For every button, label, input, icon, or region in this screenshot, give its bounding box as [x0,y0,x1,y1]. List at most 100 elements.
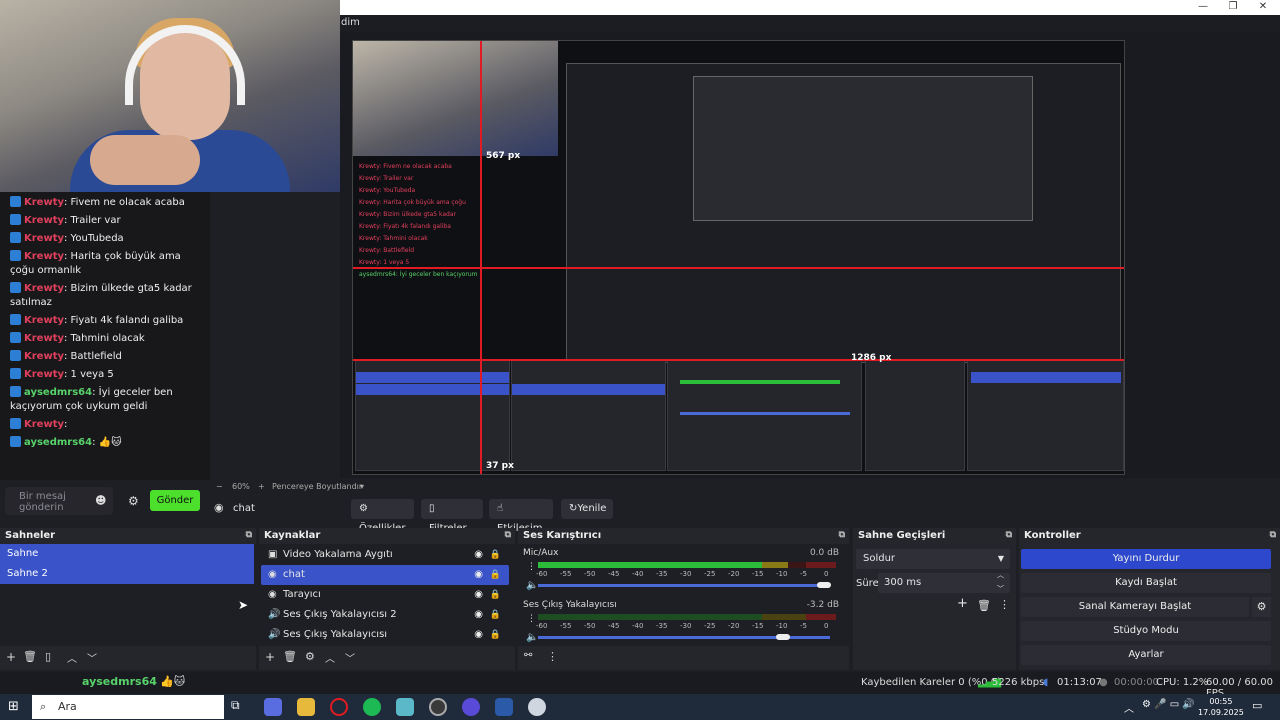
undock-icon[interactable]: ⧉ [1270,530,1276,540]
undock-icon[interactable]: ⧉ [246,530,252,540]
eye-icon[interactable]: ◉ [474,565,483,585]
obs-icon[interactable] [429,698,447,716]
chat-username[interactable]: Krewty [24,283,64,294]
lock-icon[interactable]: 🔒 [490,565,501,585]
taskbar-search[interactable]: ⌕ Ara [32,695,224,719]
app-icon[interactable] [396,698,414,716]
task-view-icon[interactable]: ⧉ [231,698,249,716]
app-icon[interactable] [462,698,480,716]
source-item[interactable]: ◉ Tarayıcı ◉ 🔒 [261,585,509,605]
filter-icon[interactable]: ▯ [45,650,51,663]
kebab-menu-icon[interactable]: ⋮ [527,614,536,624]
restore-icon[interactable]: ❐ [1218,0,1248,15]
undock-icon[interactable]: ⧉ [839,530,845,540]
scene-item[interactable]: Sahne [0,544,254,564]
settings-button[interactable]: Ayarlar [1021,645,1271,665]
move-up-icon[interactable]: ︿ [67,650,77,665]
chat-username[interactable]: aysedmrs64 [24,437,92,448]
copilot-icon[interactable] [264,698,282,716]
properties-button[interactable]: ⚙ Özellikler [351,499,414,534]
volume-slider[interactable] [538,584,830,587]
eye-icon[interactable]: ◉ [474,605,483,625]
chat-username[interactable]: Krewty [24,351,64,362]
lock-icon[interactable]: 🔒 [490,605,501,625]
trash-icon[interactable]: 🗑 [283,650,297,663]
filters-button[interactable]: ▯ Filtreler [421,499,483,534]
kebab-menu-icon[interactable]: ⋮ [527,562,536,572]
move-down-icon[interactable]: ﹀ [87,650,97,665]
kebab-menu-icon[interactable]: ⋮ [547,650,558,663]
move-up-icon[interactable]: ︿ [325,650,335,665]
close-icon[interactable]: ✕ [1248,0,1278,15]
volume-slider-knob[interactable] [817,582,832,588]
source-item[interactable]: ◉ chat ◉ 🔒 [261,565,509,585]
zoom-in-button[interactable]: + [258,482,265,491]
kebab-menu-icon[interactable]: ⋮ [999,598,1010,611]
steam-icon[interactable] [495,698,513,716]
add-source-icon[interactable]: + [265,650,275,664]
chat-settings-gear-icon[interactable]: ⚙ [128,494,139,508]
interact-button[interactable]: ☝Etkileşim [489,499,553,534]
duration-spinbox[interactable]: 300 ms ︿ ﹀ [878,571,1010,593]
refresh-button[interactable]: ↻Yenile [561,499,613,519]
chat-username[interactable]: Krewty [24,419,64,430]
tray-chevron-icon[interactable]: ︿ [1124,700,1134,715]
source-item[interactable]: 🔊 Ses Çıkış Yakalayıcısı ◉ 🔒 [261,625,509,645]
source-item[interactable]: 🔊 Ses Çıkış Yakalayıcısı 2 ◉ 🔒 [261,605,509,625]
lock-icon[interactable]: 🔒 [490,585,501,605]
start-virtual-camera-button[interactable]: Sanal Kamerayı Başlat [1021,597,1249,617]
move-down-icon[interactable]: ﹀ [345,650,355,665]
chat-username[interactable]: Krewty [24,215,64,226]
chat-username[interactable]: Krewty [24,233,64,244]
file-explorer-icon[interactable] [297,698,315,716]
chat-username[interactable]: Krewty [24,315,64,326]
windows-start-icon[interactable]: ⊞ [8,699,19,714]
virtual-camera-gear-icon[interactable]: ⚙ [1252,597,1271,617]
add-transition-icon[interactable]: + [957,596,968,611]
video-capture-icon: ▣ [268,549,278,560]
lock-icon[interactable]: 🔒 [490,625,501,645]
speaker-icon[interactable]: 🔈 [526,632,538,643]
transitions-dock-title: Sahne Geçişleri ⧉ [858,530,1012,541]
spin-arrows-icon[interactable]: ︿ ﹀ [997,568,1004,596]
webcam-person-hands [90,135,200,185]
speaker-icon[interactable]: 🔈 [526,580,538,591]
tray-icons[interactable]: ⚙ 🎤 ▭ 🔊 [1142,699,1195,710]
zoom-out-button[interactable]: − [216,482,223,491]
link-icon[interactable]: ⚯ [524,650,532,661]
minimize-icon[interactable]: — [1188,0,1218,15]
gear-icon[interactable]: ⚙ [305,650,315,663]
stop-streaming-button[interactable]: Yayını Durdur [1021,549,1271,569]
add-scene-icon[interactable]: + [6,650,16,664]
undock-icon[interactable]: ⧉ [505,530,511,540]
emote-icon[interactable]: ☻ [95,494,106,507]
chat-message: Krewty: Tahmini olacak [0,330,210,348]
volume-slider-knob[interactable] [776,634,791,640]
chevron-down-icon[interactable]: ▾ [360,482,364,491]
app-icon[interactable] [528,698,546,716]
trash-icon[interactable]: 🗑 [977,599,991,612]
start-recording-button[interactable]: Kaydı Başlat [1021,573,1271,593]
chat-username[interactable]: Krewty [24,333,64,344]
chat-username[interactable]: Krewty [24,251,64,262]
system-clock[interactable]: 00:55 17.09.2025 [1198,696,1244,718]
fit-to-window-button[interactable]: Pencereye Boyutlandır [272,482,362,491]
gear-icon: ⚙ [359,503,368,514]
spotify-icon[interactable] [363,698,381,716]
eye-icon[interactable]: ◉ [474,545,483,565]
undock-icon[interactable]: ⧉ [1006,530,1012,540]
eye-icon[interactable]: ◉ [474,625,483,645]
lock-icon[interactable]: 🔒 [490,545,501,565]
chat-username[interactable]: Krewty [24,369,64,380]
scene-item[interactable]: Sahne 2 [0,564,254,584]
chat-username[interactable]: aysedmrs64 [24,387,92,398]
trash-icon[interactable]: 🗑 [23,650,37,663]
eye-icon[interactable]: ◉ [474,585,483,605]
notification-icon[interactable]: ▭ [1252,699,1262,712]
studio-mode-button[interactable]: Stüdyo Modu [1021,621,1271,641]
chat-username[interactable]: Krewty [24,197,64,208]
chat-send-button[interactable]: Gönder [150,490,200,511]
source-item[interactable]: ▣ Video Yakalama Aygıtı ◉ 🔒 [261,545,509,565]
transition-select[interactable]: Soldur ▼ [856,549,1010,569]
opera-icon[interactable] [330,698,348,716]
